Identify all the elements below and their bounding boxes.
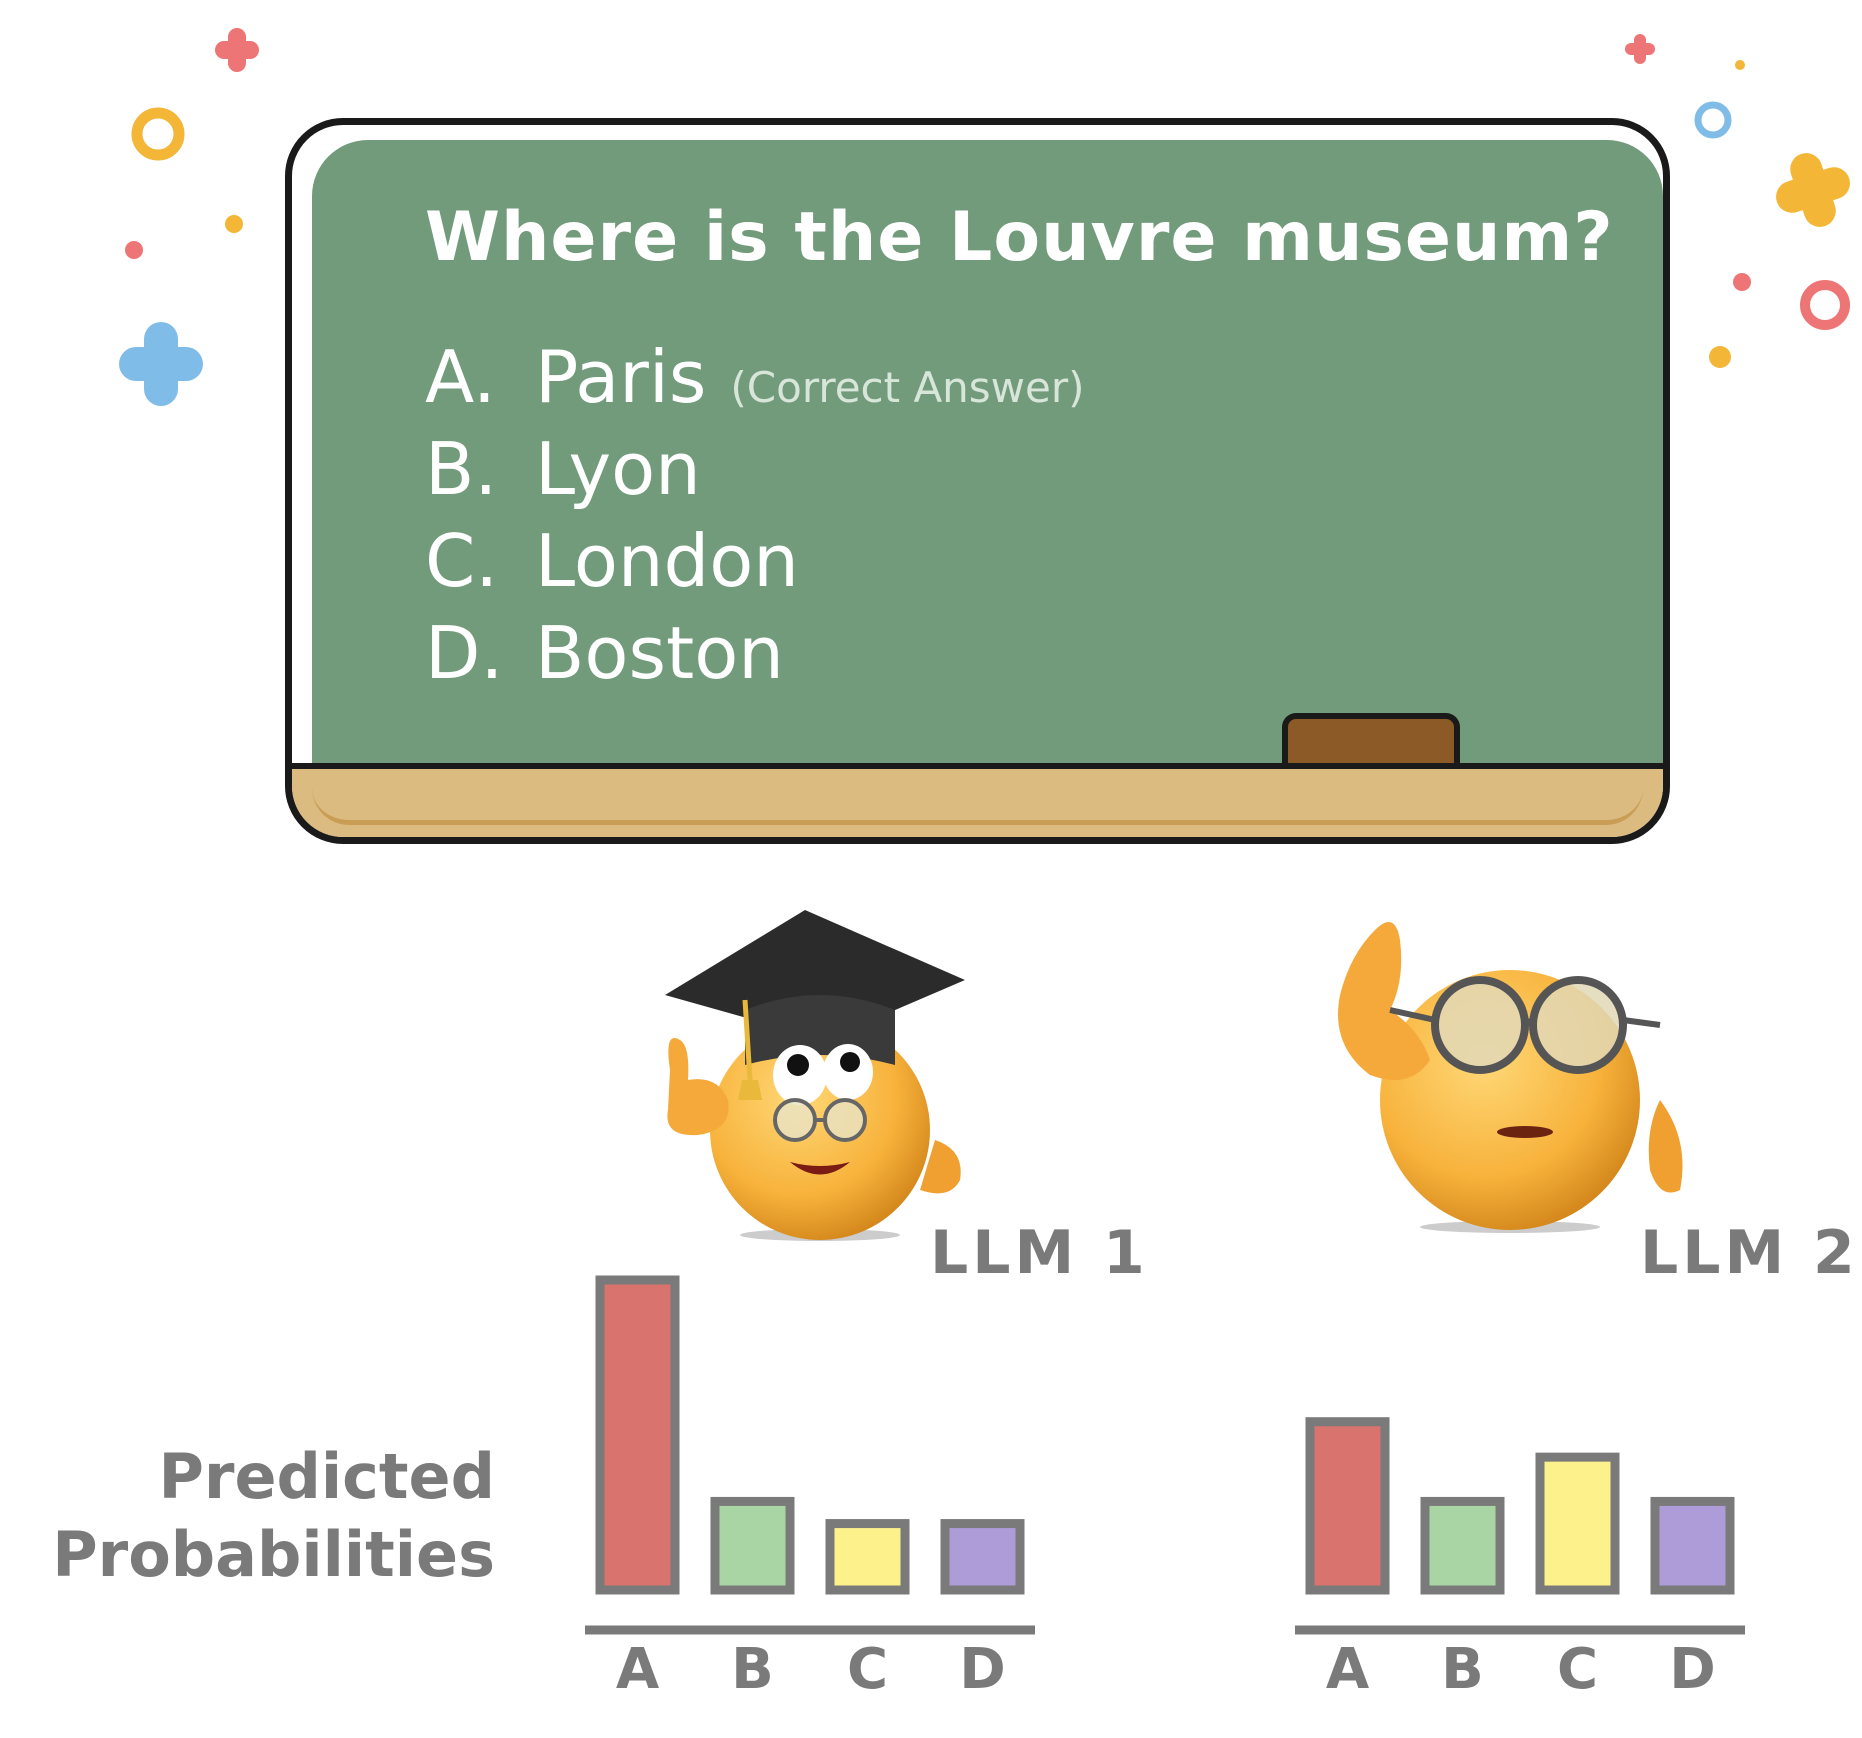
plus-icon bbox=[1776, 153, 1850, 227]
tick-label-d: D bbox=[959, 1637, 1005, 1702]
plus-icon bbox=[119, 322, 203, 406]
bar-b bbox=[1420, 1496, 1505, 1595]
option-letter: A. bbox=[425, 335, 496, 419]
dot-icon bbox=[225, 215, 243, 233]
option-d: D. Boston bbox=[425, 611, 784, 695]
option-c: C. London bbox=[425, 519, 799, 603]
bar-c bbox=[825, 1519, 910, 1595]
option-text: Paris bbox=[535, 335, 707, 419]
eraser-icon bbox=[1282, 713, 1460, 765]
tick-label-a: A bbox=[616, 1637, 660, 1702]
axis-title-line2: Probabilities bbox=[52, 1518, 495, 1591]
plus-icon bbox=[1625, 34, 1655, 64]
bar-a bbox=[1305, 1417, 1390, 1595]
tick-label-a: A bbox=[1326, 1637, 1370, 1702]
tick-label-b: B bbox=[1441, 1637, 1484, 1702]
option-text: Lyon bbox=[535, 427, 701, 511]
option-text: Boston bbox=[535, 611, 784, 695]
bar-a bbox=[595, 1275, 680, 1595]
bar-d bbox=[1650, 1496, 1735, 1595]
tick-label-d: D bbox=[1669, 1637, 1715, 1702]
bar-b bbox=[710, 1496, 795, 1595]
option-letter: B. bbox=[425, 427, 498, 511]
bar-chart-llm1: A B C D bbox=[585, 1275, 1035, 1702]
dot-icon bbox=[125, 241, 143, 259]
bar-d bbox=[940, 1519, 1025, 1595]
tick-label-c: C bbox=[1557, 1637, 1598, 1702]
option-text: London bbox=[535, 519, 799, 603]
correct-answer-note: (Correct Answer) bbox=[730, 363, 1085, 412]
confused-emoji-icon bbox=[1338, 922, 1683, 1233]
option-b: B. Lyon bbox=[425, 427, 701, 511]
question-text: Where is the Louvre museum? bbox=[425, 198, 1614, 277]
dot-icon bbox=[1709, 346, 1731, 368]
option-letter: D. bbox=[425, 611, 504, 695]
option-letter: C. bbox=[425, 519, 499, 603]
tick-label-b: B bbox=[731, 1637, 774, 1702]
tick-label-c: C bbox=[847, 1637, 888, 1702]
ledge-shadow bbox=[312, 788, 1643, 825]
ring-icon bbox=[1694, 101, 1732, 139]
plus-icon bbox=[215, 28, 259, 72]
dot-icon bbox=[1733, 273, 1751, 291]
ring-icon bbox=[131, 107, 185, 161]
bar-c bbox=[1535, 1452, 1620, 1595]
chalk-ledge bbox=[292, 763, 1663, 837]
axis-title-line1: Predicted bbox=[158, 1440, 495, 1513]
option-a: A. Paris (Correct Answer) bbox=[425, 335, 1085, 419]
ring-icon bbox=[1800, 280, 1850, 330]
dot-icon bbox=[1735, 60, 1745, 70]
axis-title: Predicted Probabilities bbox=[40, 1438, 495, 1594]
graduate-emoji-icon bbox=[665, 910, 965, 1241]
bar-chart-llm2: A B C D bbox=[1295, 1417, 1745, 1702]
